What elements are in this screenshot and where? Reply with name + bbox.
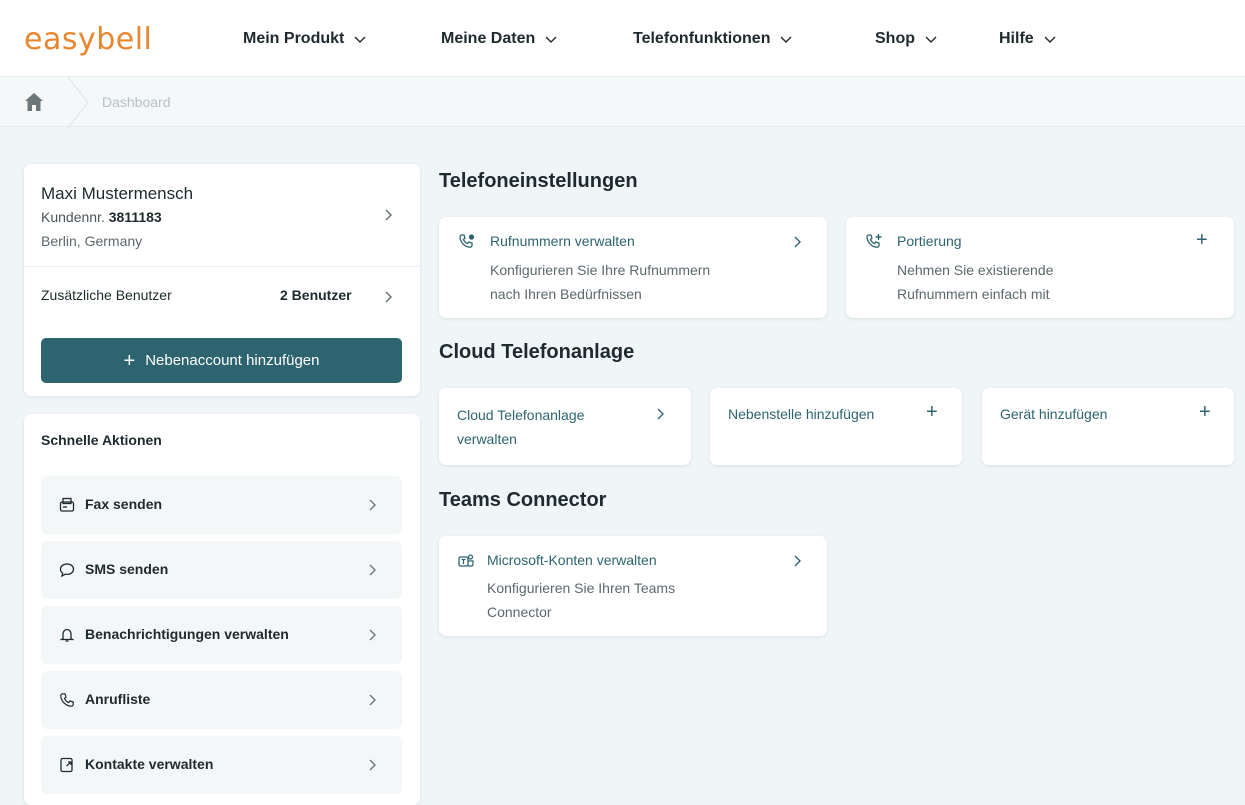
chevron-right-icon — [385, 291, 392, 303]
chevron-right-icon — [369, 759, 376, 771]
tile-description: Nehmen Sie existierende Rufnummern einfa… — [897, 258, 1053, 306]
phone-settings-icon — [459, 234, 475, 248]
tile-title: Rufnummern verwalten — [490, 233, 635, 249]
chevron-right-icon — [385, 209, 392, 221]
nav-hilfe[interactable]: Hilfe — [999, 30, 1057, 48]
chevron-right-icon — [369, 499, 376, 511]
tile-description-line: Nehmen Sie existierende — [897, 262, 1054, 278]
add-subaccount-label: Nebenaccount hinzufügen — [145, 352, 320, 369]
plus-icon: + — [1196, 229, 1208, 251]
nav-label: Shop — [875, 30, 915, 47]
user-name: Maxi Mustermensch — [41, 184, 194, 203]
tile-add-extension[interactable]: Nebenstelle hinzufügen + — [710, 388, 962, 465]
breadcrumb-current[interactable]: Dashboard — [102, 94, 171, 110]
tile-manage-cloud-pbx[interactable]: Cloud Telefonanlage verwalten — [439, 388, 691, 465]
user-location: Berlin, Germany — [41, 233, 143, 249]
tile-title: Cloud Telefonanlage verwalten — [457, 403, 584, 451]
tile-porting[interactable]: Portierung + Nehmen Sie existierende Ruf… — [846, 217, 1234, 318]
tile-description: Konfigurieren Sie Ihre Rufnummern nach I… — [490, 258, 710, 306]
quick-action-call-list[interactable]: Anrufliste — [41, 671, 402, 729]
chevron-down-icon — [545, 36, 557, 43]
phone-plus-icon — [866, 234, 882, 248]
nav-mein-produkt[interactable]: Mein Produkt — [243, 30, 367, 48]
plus-icon: + — [123, 349, 136, 372]
nav-label: Meine Daten — [441, 30, 536, 47]
tile-title: Gerät hinzufügen — [1000, 406, 1108, 422]
fax-icon — [59, 497, 75, 512]
quick-action-label: Kontakte verwalten — [85, 756, 214, 772]
chevron-right-icon — [369, 694, 376, 706]
top-navigation: easybell Mein Produkt Meine Daten Telefo… — [0, 0, 1245, 76]
phone-icon — [60, 693, 74, 707]
customer-number-prefix: Kundennr. — [41, 209, 105, 225]
chevron-right-icon — [794, 236, 801, 248]
nav-label: Hilfe — [999, 30, 1034, 47]
section-title-phone-settings: Telefoneinstellungen — [439, 170, 638, 192]
tile-title: Portierung — [897, 233, 962, 249]
plus-icon: + — [926, 401, 938, 423]
tile-description: Konfigurieren Sie Ihren Teams Connector — [487, 576, 675, 624]
user-profile-link[interactable]: Maxi Mustermensch Kundennr. 3811183 Berl… — [24, 164, 420, 266]
chevron-down-icon — [354, 36, 366, 43]
nav-label: Mein Produkt — [243, 30, 345, 47]
easybell-logo[interactable]: easybell — [24, 22, 152, 57]
tile-title: Microsoft-Konten verwalten — [487, 552, 657, 568]
tile-description-line: Konfigurieren Sie Ihre Rufnummern — [490, 262, 711, 278]
chevron-right-icon — [794, 555, 801, 567]
tile-title-line: verwalten — [457, 431, 517, 447]
quick-action-label: SMS senden — [85, 561, 169, 577]
nav-shop[interactable]: Shop — [875, 30, 938, 48]
bell-icon — [59, 628, 75, 642]
customer-number: Kundennr. 3811183 — [41, 209, 162, 225]
tile-title: Nebenstelle hinzufügen — [728, 406, 875, 422]
tile-add-device[interactable]: Gerät hinzufügen + — [982, 388, 1234, 465]
extra-users-value: 2 Benutzer — [280, 287, 352, 303]
tile-description-line: Connector — [487, 604, 552, 620]
tile-title-line: Cloud Telefonanlage — [457, 407, 585, 423]
contacts-icon — [60, 757, 73, 773]
chevron-down-icon — [925, 36, 937, 43]
teams-icon — [458, 554, 474, 567]
nav-meine-daten[interactable]: Meine Daten — [441, 30, 558, 48]
quick-action-label: Anrufliste — [85, 691, 151, 707]
tile-description-line: Konfigurieren Sie Ihren Teams — [487, 580, 676, 596]
tile-description-line: nach Ihren Bedürfnissen — [490, 286, 642, 302]
tile-manage-numbers[interactable]: Rufnummern verwalten Konfigurieren Sie I… — [439, 217, 827, 318]
tile-manage-microsoft-accounts[interactable]: Microsoft-Konten verwalten Konfigurieren… — [439, 536, 827, 636]
nav-telefonfunktionen[interactable]: Telefonfunktionen — [633, 30, 793, 48]
breadcrumb-separator — [67, 77, 89, 128]
add-subaccount-button[interactable]: + Nebenaccount hinzufügen — [41, 338, 402, 383]
quick-action-sms[interactable]: SMS senden — [41, 541, 402, 599]
chevron-right-icon — [369, 629, 376, 641]
section-title-cloud: Cloud Telefonanlage — [439, 341, 635, 363]
extra-users-label: Zusätzliche Benutzer — [41, 287, 172, 303]
quick-actions-card: Schnelle Aktionen Fax senden SMS senden … — [24, 414, 420, 805]
chevron-right-icon — [369, 564, 376, 576]
message-icon — [59, 563, 75, 578]
quick-actions-title: Schnelle Aktionen — [41, 432, 162, 448]
extra-users-row[interactable]: Zusätzliche Benutzer 2 Benutzer — [24, 267, 420, 325]
nav-label: Telefonfunktionen — [633, 30, 771, 47]
chevron-right-icon — [657, 408, 664, 420]
quick-action-contacts[interactable]: Kontakte verwalten — [41, 736, 402, 794]
quick-action-notifications[interactable]: Benachrichtigungen verwalten — [41, 606, 402, 664]
tile-description-line: Rufnummern einfach mit — [897, 286, 1050, 302]
chevron-down-icon — [780, 36, 792, 43]
home-icon[interactable] — [23, 91, 45, 113]
breadcrumb: Dashboard — [0, 76, 1245, 128]
section-title-teams: Teams Connector — [439, 489, 607, 511]
quick-action-label: Fax senden — [85, 496, 163, 512]
quick-action-fax[interactable]: Fax senden — [41, 476, 402, 534]
quick-action-label: Benachrichtigungen verwalten — [85, 626, 289, 642]
customer-number-value: 3811183 — [108, 209, 162, 225]
chevron-down-icon — [1044, 36, 1056, 43]
plus-icon: + — [1199, 401, 1211, 423]
user-card: Maxi Mustermensch Kundennr. 3811183 Berl… — [24, 164, 420, 396]
